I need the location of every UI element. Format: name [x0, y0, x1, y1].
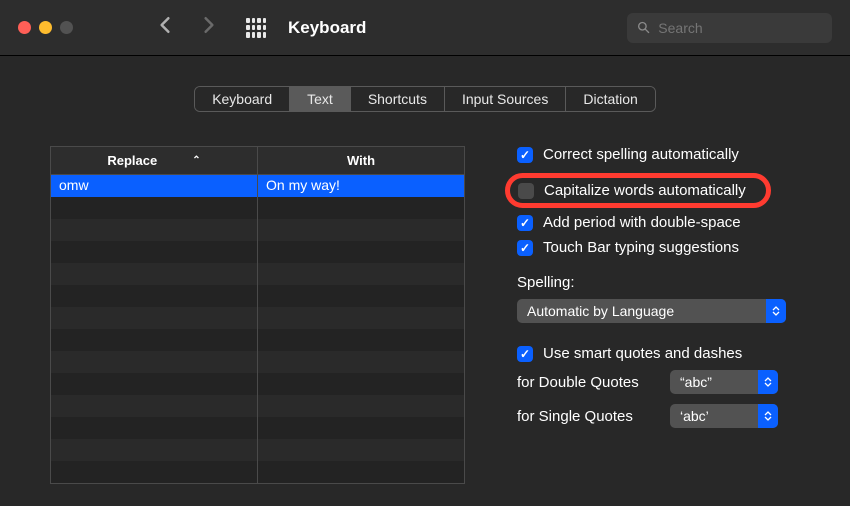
checkbox-touch-bar[interactable]: ✓	[517, 240, 533, 256]
checkbox-capitalize[interactable]	[518, 183, 534, 199]
sort-arrow-icon: ⌃	[192, 155, 200, 166]
row-single-quotes: for Single Quotes ‘abc’	[517, 404, 826, 428]
cell-with: On my way!	[258, 175, 464, 197]
label-touch-bar: Touch Bar typing suggestions	[543, 239, 739, 256]
titlebar: Keyboard	[0, 0, 850, 56]
close-window-button[interactable]	[18, 21, 31, 34]
label-smart-quotes: Use smart quotes and dashes	[543, 345, 742, 362]
label-double-quotes: for Double Quotes	[517, 374, 652, 391]
table-row[interactable]: omw On my way!	[51, 175, 464, 197]
nav-controls	[158, 16, 266, 39]
table-row[interactable]	[51, 329, 464, 351]
show-all-button[interactable]	[246, 18, 266, 38]
table-row[interactable]	[51, 351, 464, 373]
label-add-period: Add period with double-space	[543, 214, 741, 231]
body: Replace ⌃ With omw On my way!	[0, 112, 850, 484]
window-controls	[18, 21, 73, 34]
check-icon: ✓	[520, 241, 530, 255]
spelling-select[interactable]: Automatic by Language	[517, 299, 786, 323]
table-row[interactable]	[51, 417, 464, 439]
column-replace-label: Replace	[107, 153, 157, 168]
search-field[interactable]	[627, 13, 832, 43]
search-input[interactable]	[658, 20, 822, 36]
tabs: Keyboard Text Shortcuts Input Sources Di…	[0, 86, 850, 112]
chevron-down-icon	[772, 311, 780, 316]
label-single-quotes: for Single Quotes	[517, 408, 652, 425]
tabs-inner: Keyboard Text Shortcuts Input Sources Di…	[194, 86, 656, 112]
double-quotes-select[interactable]: “abc”	[670, 370, 778, 394]
select-stepper	[758, 404, 778, 428]
select-stepper	[758, 370, 778, 394]
checkbox-smart-quotes[interactable]: ✓	[517, 346, 533, 362]
spelling-label: Spelling:	[517, 274, 826, 291]
chevron-right-icon	[202, 16, 216, 34]
chevron-down-icon	[764, 416, 772, 421]
single-quotes-select[interactable]: ‘abc’	[670, 404, 778, 428]
table-row[interactable]	[51, 461, 464, 483]
content: Keyboard Text Shortcuts Input Sources Di…	[0, 56, 850, 506]
table-row[interactable]	[51, 197, 464, 219]
checkbox-add-period[interactable]: ✓	[517, 215, 533, 231]
option-capitalize-highlight: Capitalize words automatically	[505, 173, 771, 208]
search-icon	[637, 20, 650, 35]
tab-shortcuts[interactable]: Shortcuts	[351, 87, 445, 111]
check-icon: ✓	[520, 148, 530, 162]
tab-dictation[interactable]: Dictation	[566, 87, 654, 111]
tab-keyboard[interactable]: Keyboard	[195, 87, 290, 111]
label-correct-spelling: Correct spelling automatically	[543, 146, 739, 163]
chevron-left-icon	[158, 16, 172, 34]
option-correct-spelling[interactable]: ✓ Correct spelling automatically	[517, 146, 826, 163]
column-with-label: With	[347, 153, 375, 168]
back-button[interactable]	[158, 16, 172, 39]
table-header: Replace ⌃ With	[50, 146, 465, 174]
check-icon: ✓	[520, 216, 530, 230]
table-row[interactable]	[51, 219, 464, 241]
table-row[interactable]	[51, 395, 464, 417]
tab-input-sources[interactable]: Input Sources	[445, 87, 566, 111]
minimize-window-button[interactable]	[39, 21, 52, 34]
chevron-down-icon	[764, 382, 772, 387]
forward-button[interactable]	[202, 16, 216, 39]
select-stepper	[766, 299, 786, 323]
column-replace[interactable]: Replace ⌃	[51, 147, 258, 174]
table-row[interactable]	[51, 241, 464, 263]
table-row[interactable]	[51, 263, 464, 285]
option-smart-quotes[interactable]: ✓ Use smart quotes and dashes	[517, 345, 826, 362]
column-with[interactable]: With	[258, 147, 464, 174]
option-touch-bar[interactable]: ✓ Touch Bar typing suggestions	[517, 239, 826, 256]
table-row[interactable]	[51, 373, 464, 395]
options-panel: ✓ Correct spelling automatically Capital…	[517, 146, 826, 484]
check-icon: ✓	[520, 347, 530, 361]
tab-text[interactable]: Text	[290, 87, 351, 111]
table-body: omw On my way!	[50, 174, 465, 484]
option-add-period[interactable]: ✓ Add period with double-space	[517, 214, 826, 231]
spelling-value: Automatic by Language	[527, 303, 674, 319]
replacements-table: Replace ⌃ With omw On my way!	[50, 146, 465, 484]
double-quotes-value: “abc”	[680, 374, 712, 390]
table-row[interactable]	[51, 285, 464, 307]
cell-replace: omw	[51, 175, 258, 197]
checkbox-correct-spelling[interactable]: ✓	[517, 147, 533, 163]
label-capitalize: Capitalize words automatically	[544, 182, 746, 199]
row-double-quotes: for Double Quotes “abc”	[517, 370, 826, 394]
table-row[interactable]	[51, 307, 464, 329]
zoom-window-button[interactable]	[60, 21, 73, 34]
single-quotes-value: ‘abc’	[680, 408, 709, 424]
table-row[interactable]	[51, 439, 464, 461]
page-title: Keyboard	[288, 18, 366, 38]
